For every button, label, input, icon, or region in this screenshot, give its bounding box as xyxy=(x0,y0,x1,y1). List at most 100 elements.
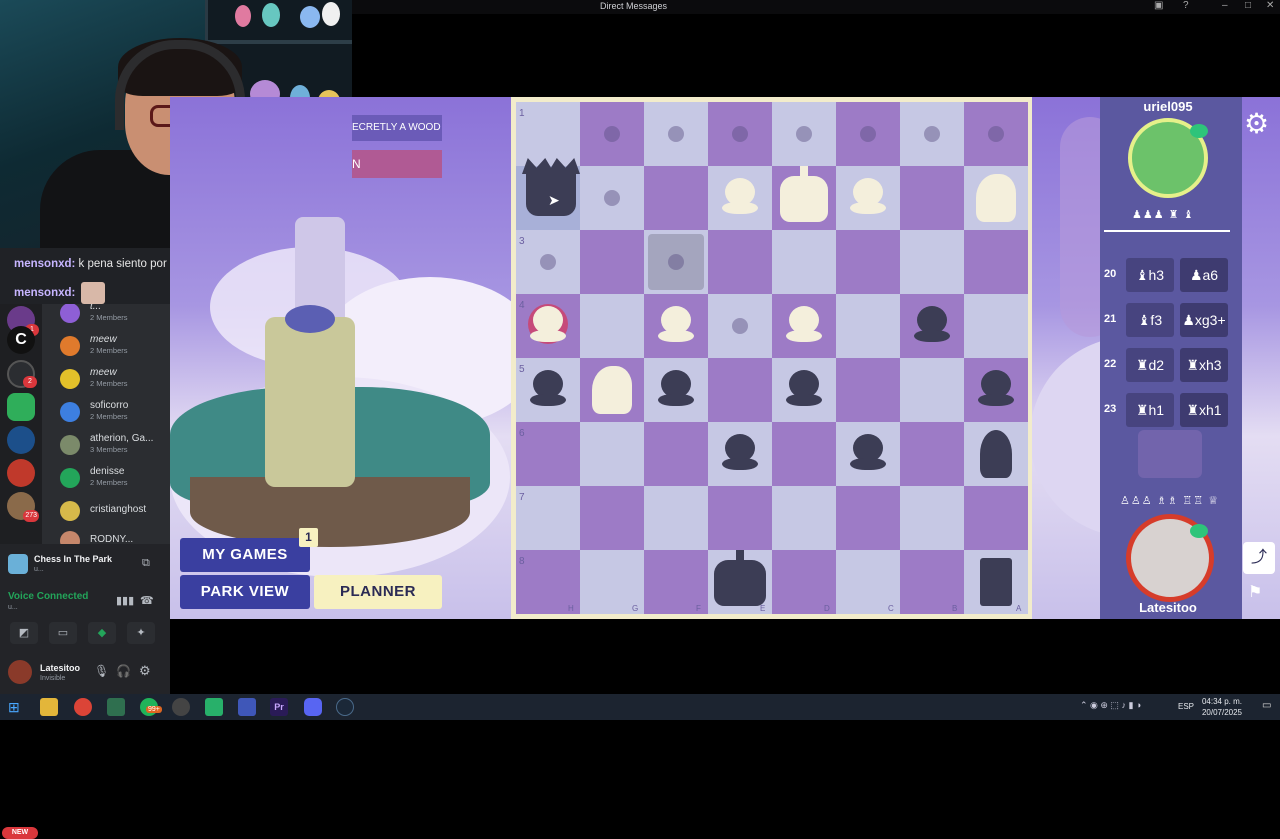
square[interactable] xyxy=(772,422,836,486)
server-icon[interactable]: C xyxy=(7,326,35,354)
noise-icon[interactable]: ▮▮▮ xyxy=(116,594,134,607)
square[interactable] xyxy=(580,422,644,486)
black-rook-piece[interactable] xyxy=(964,550,1028,614)
dm-item[interactable]: RODNY... xyxy=(60,526,168,544)
windows-start-icon[interactable]: ⊞ xyxy=(8,698,26,716)
square[interactable] xyxy=(900,422,964,486)
app-icon[interactable] xyxy=(172,698,190,716)
move-hint[interactable] xyxy=(732,318,748,334)
dm-item[interactable]: atherion, Ga... 3 Members xyxy=(60,430,168,460)
my-games-button[interactable]: MY GAMES xyxy=(180,538,310,572)
black-pawn-piece[interactable] xyxy=(900,294,964,358)
dm-item[interactable]: soficorro 2 Members xyxy=(60,397,168,427)
black-pawn-piece[interactable] xyxy=(836,422,900,486)
square[interactable] xyxy=(836,358,900,422)
chrome-icon[interactable] xyxy=(74,698,92,716)
voice-status[interactable]: Voice Connected xyxy=(8,591,88,602)
white-knight-piece[interactable] xyxy=(964,166,1028,230)
server-icon[interactable] xyxy=(7,426,35,454)
premiere-icon[interactable]: Pr xyxy=(270,698,288,716)
square[interactable] xyxy=(836,230,900,294)
square[interactable] xyxy=(644,422,708,486)
square[interactable] xyxy=(836,294,900,358)
headphones-icon[interactable]: 🎧 xyxy=(116,664,131,678)
language-indicator[interactable]: ESP xyxy=(1178,702,1194,711)
dm-item[interactable]: meew 2 Members xyxy=(60,331,168,361)
move-black[interactable]: ♜xh3 xyxy=(1180,348,1228,382)
move-hint[interactable] xyxy=(668,126,684,142)
white-pawn-piece[interactable] xyxy=(772,294,836,358)
soundboard-icon[interactable]: ✦ xyxy=(127,622,155,644)
maximize-button[interactable]: □ xyxy=(1245,0,1251,11)
help-icon[interactable]: ? xyxy=(1183,0,1189,11)
square[interactable] xyxy=(708,358,772,422)
flag-icon[interactable]: ⚑ xyxy=(1248,582,1262,602)
square[interactable] xyxy=(644,166,708,230)
black-pawn-piece[interactable] xyxy=(708,422,772,486)
move-hint[interactable] xyxy=(668,254,684,270)
move-hint[interactable] xyxy=(732,126,748,142)
move-white[interactable]: ♝f3 xyxy=(1126,303,1174,337)
app-icon[interactable] xyxy=(107,698,125,716)
minimize-button[interactable]: – xyxy=(1222,0,1228,11)
move-black[interactable]: ♟xg3+ xyxy=(1180,303,1228,337)
screen-share-icon[interactable]: ▭ xyxy=(49,622,77,644)
camera-off-icon[interactable]: ◩ xyxy=(10,622,38,644)
white-pawn-piece[interactable] xyxy=(708,166,772,230)
dm-item[interactable]: t... 2 Members xyxy=(60,304,168,328)
square[interactable] xyxy=(900,166,964,230)
white-pawn-piece[interactable] xyxy=(836,166,900,230)
move-black[interactable]: ♟a6 xyxy=(1180,258,1228,292)
mic-icon[interactable]: 🎙 xyxy=(94,664,109,678)
close-button[interactable]: ✕ xyxy=(1266,0,1274,11)
square[interactable] xyxy=(964,230,1028,294)
black-bishop-piece[interactable] xyxy=(964,422,1028,486)
move-hint[interactable] xyxy=(604,190,620,206)
white-knight-piece[interactable] xyxy=(580,358,644,422)
black-pawn-piece[interactable] xyxy=(644,358,708,422)
black-pawn-piece[interactable] xyxy=(964,358,1028,422)
move-hint[interactable] xyxy=(988,126,1004,142)
popout-icon[interactable]: ⧉ xyxy=(142,557,150,570)
move-white[interactable]: ♜d2 xyxy=(1126,348,1174,382)
steam-icon[interactable] xyxy=(336,698,354,716)
server-icon[interactable] xyxy=(7,393,35,421)
move-hint[interactable] xyxy=(540,254,556,270)
tray-icons[interactable]: ⌃ ◉ ⊕ ⬚ ♪ ▮ ◑ xyxy=(1080,700,1141,711)
move-black[interactable]: ♜xh1 xyxy=(1180,393,1228,427)
square[interactable] xyxy=(900,230,964,294)
black-pawn-piece[interactable] xyxy=(772,358,836,422)
file-explorer-icon[interactable] xyxy=(40,698,58,716)
move-white[interactable]: ♜h1 xyxy=(1126,393,1174,427)
discord-icon[interactable] xyxy=(304,698,322,716)
dm-item[interactable]: meew 2 Members xyxy=(60,364,168,394)
clock[interactable]: 04:34 p. m. 20/07/2025 xyxy=(1196,696,1242,718)
square[interactable] xyxy=(516,486,580,550)
square[interactable] xyxy=(772,230,836,294)
black-pawn-piece[interactable] xyxy=(516,358,580,422)
server-icon[interactable] xyxy=(7,459,35,487)
move-hint[interactable] xyxy=(860,126,876,142)
settings-gear-icon[interactable]: ⚙ xyxy=(1244,110,1269,138)
move-hint[interactable] xyxy=(604,126,620,142)
user-avatar[interactable] xyxy=(8,660,32,684)
white-pawn-piece[interactable] xyxy=(644,294,708,358)
square[interactable] xyxy=(900,358,964,422)
app-icon[interactable] xyxy=(238,698,256,716)
square[interactable] xyxy=(644,486,708,550)
dm-item[interactable]: cristianghost xyxy=(60,496,168,526)
square[interactable] xyxy=(708,230,772,294)
activity-launch-icon[interactable]: ◆ xyxy=(88,622,116,644)
square[interactable] xyxy=(580,486,644,550)
square[interactable] xyxy=(708,486,772,550)
server-icon[interactable]: 273 xyxy=(7,492,39,522)
server-icon[interactable]: 2 xyxy=(7,360,37,388)
inbox-icon[interactable]: ▣ xyxy=(1154,0,1163,11)
white-pawn-piece[interactable] xyxy=(516,294,580,358)
move-hint[interactable] xyxy=(796,126,812,142)
square[interactable] xyxy=(580,294,644,358)
black-king-piece[interactable] xyxy=(708,548,772,612)
planner-button[interactable]: PLANNER xyxy=(314,575,442,609)
square[interactable] xyxy=(772,486,836,550)
share-icon[interactable]: ⤴ xyxy=(1243,542,1275,574)
